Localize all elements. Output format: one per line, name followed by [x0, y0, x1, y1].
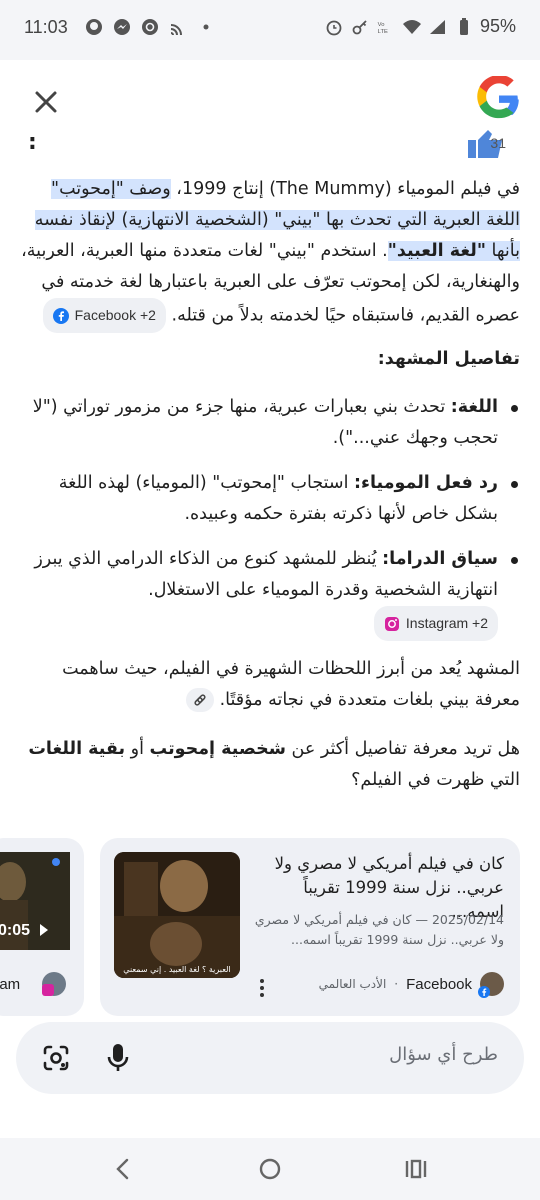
mic-icon[interactable] — [104, 1042, 132, 1074]
bullet-label: اللغة: — [450, 397, 498, 417]
instagram-avatar-icon — [42, 972, 66, 996]
instagram-icon — [384, 616, 399, 631]
ai-answer: : 31 في فيلم المومياء (The Mummy) إنتاج … — [0, 130, 540, 1016]
chatgpt-icon — [142, 19, 158, 35]
signal-icon — [429, 19, 445, 34]
cast-icon — [170, 24, 182, 36]
source-avatar — [478, 972, 504, 998]
list-item: اللغة: تحدث بني بعبارات عبرية، منها جزء … — [20, 392, 520, 454]
video-duration: 0:05 — [0, 922, 31, 939]
notification-icons — [84, 17, 216, 37]
scene-text: المشهد يُعد من أبرز اللحظات الشهيرة في ا… — [62, 659, 520, 710]
thumbs-up-icon[interactable]: 31 — [462, 130, 522, 158]
link-icon — [194, 694, 206, 706]
follow-up-question: هل تريد معرفة تفاصيل أكثر عن شخصية إمحوت… — [20, 734, 520, 796]
ask-text-d: بقية اللغات — [28, 739, 126, 759]
close-icon[interactable] — [28, 84, 64, 120]
status-bar: 11:03 Vo LTE 95% — [0, 0, 540, 60]
input-placeholder: طرح أي سؤال — [389, 1044, 498, 1065]
card-source-name: Facebook — [406, 975, 472, 993]
video-thumbnail: 0:05 — [0, 852, 70, 950]
card-source-group: الأدب العالمي — [318, 977, 387, 991]
header — [0, 60, 540, 140]
back-icon[interactable] — [112, 1158, 134, 1180]
ask-text-e: التي ظهرت في الفيلم؟ — [351, 770, 520, 790]
ask-text-b: شخصية إمحوتب — [149, 739, 286, 759]
details-heading: تفاصيل المشهد: — [377, 349, 520, 369]
scene-paragraph: المشهد يُعد من أبرز اللحظات الشهيرة في ا… — [20, 654, 520, 716]
status-time: 11:03 — [24, 17, 68, 37]
card-snippet: 2025/02/14 — كان في فيلم أمريكي لا مصري … — [254, 912, 504, 947]
list-item: سياق الدراما: يُنظر للمشهد كنوع من الذكا… — [20, 544, 520, 641]
google-lens-icon[interactable] — [42, 1044, 70, 1072]
system-icons: Vo LTE 95% — [324, 16, 516, 37]
system-nav-bar — [0, 1138, 540, 1200]
ask-text-a: هل تريد معرفة تفاصيل أكثر عن — [285, 739, 520, 759]
ask-text-c: أو — [125, 739, 150, 759]
recents-icon[interactable] — [404, 1158, 428, 1180]
card-source-name: gram — [0, 976, 21, 993]
source-card-facebook[interactable]: العبرية ؟ لغة العبيد . إني سمعني كان في … — [100, 838, 520, 1016]
card-source-separator: · — [394, 977, 399, 991]
svg-text:31: 31 — [490, 135, 506, 151]
volte-icon: VoLTE — [378, 22, 388, 35]
partial-colon: : — [28, 130, 37, 155]
alarm-icon — [326, 20, 342, 35]
details-list: اللغة: تحدث بني بعبارات عبرية، منها جزء … — [20, 392, 520, 655]
google-logo — [477, 76, 519, 119]
wifi-icon — [402, 19, 421, 34]
thumbnail-image — [114, 852, 240, 978]
source-chip-instagram[interactable]: Instagram +2 — [373, 606, 498, 641]
bullet-label: رد فعل المومياء: — [354, 473, 498, 493]
source-chip-label: Facebook +2 — [74, 307, 156, 323]
card-thumbnail: العبرية ؟ لغة العبيد . إني سمعني — [114, 852, 240, 978]
svg-text:LTE: LTE — [378, 28, 388, 34]
source-cards: 0:05 gram العبرية ؟ لغة العبيد . إني سمع… — [0, 838, 540, 1018]
key-icon — [352, 19, 367, 34]
card-source: Facebook · الأدب العالمي — [318, 972, 504, 998]
intro-paragraph: في فيلم المومياء (The Mummy) إنتاج 1999،… — [20, 174, 520, 333]
facebook-icon — [478, 986, 490, 998]
more-vert-icon[interactable] — [254, 976, 270, 1000]
github-icon — [86, 19, 102, 35]
thumb-caption: العبرية ؟ لغة العبيد . إني سمعني — [123, 965, 231, 974]
link-chip[interactable] — [185, 688, 214, 712]
dot-icon — [203, 24, 209, 30]
list-item: رد فعل المومياء: استجاب "إمحوتب" (المومي… — [20, 468, 520, 530]
svg-text:Vo: Vo — [378, 22, 385, 28]
ask-input[interactable]: طرح أي سؤال — [16, 1022, 524, 1094]
battery-icon — [459, 17, 468, 35]
home-icon[interactable] — [258, 1157, 282, 1181]
messenger-icon — [114, 19, 130, 35]
bullet-label: سياق الدراما: — [382, 549, 498, 569]
source-chip-label: Instagram +2 — [405, 615, 488, 631]
bullet-text: تحدث بني بعبارات عبرية، منها جزء من مزمو… — [32, 397, 498, 448]
source-chip-facebook[interactable]: Facebook +2 — [42, 298, 166, 333]
battery-percent: 95% — [479, 16, 516, 36]
source-card-instagram[interactable]: 0:05 gram — [0, 838, 84, 1016]
facebook-icon — [52, 307, 69, 324]
intro-text-c: "لغة العبيد" — [387, 241, 486, 261]
intro-text-a: في فيلم المومياء (The Mummy) إنتاج 1999، — [170, 179, 520, 199]
